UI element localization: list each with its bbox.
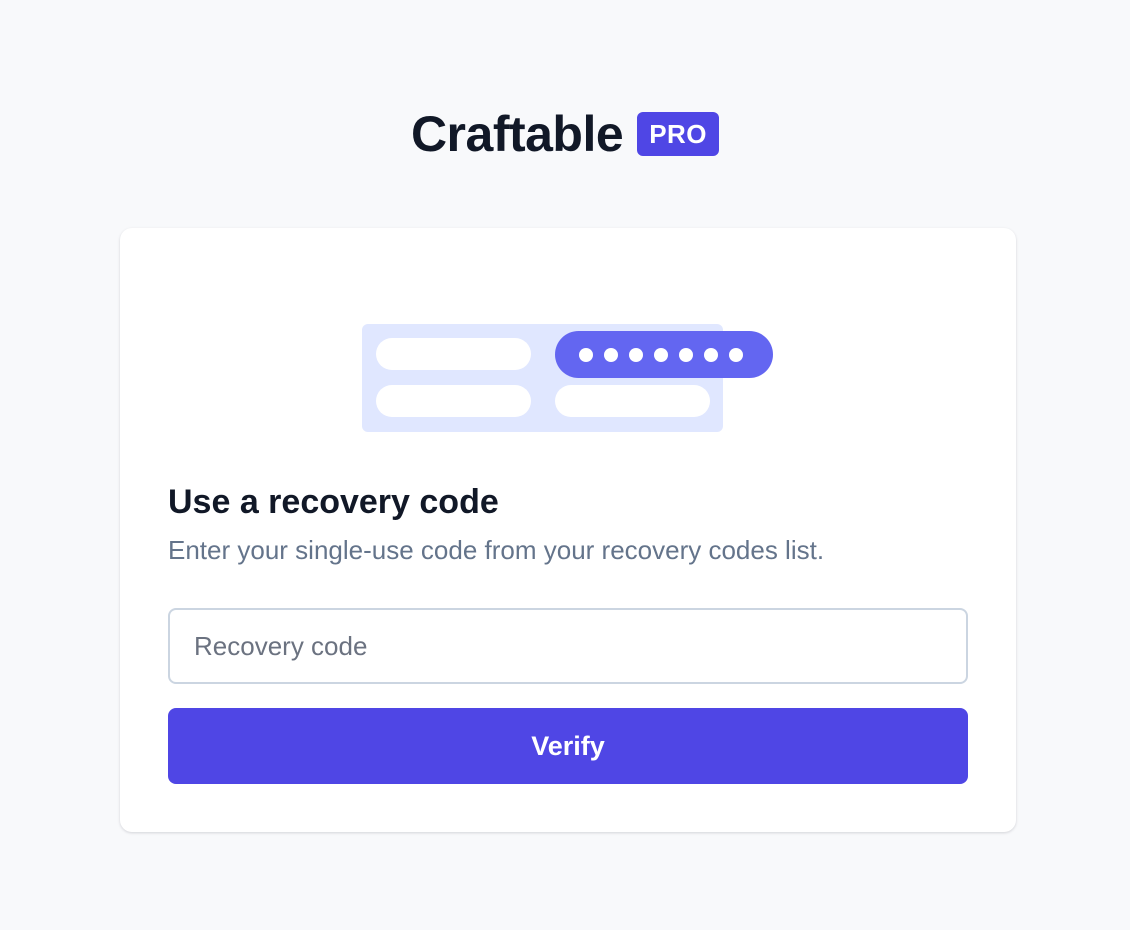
password-dot-icon bbox=[654, 347, 668, 362]
brand-name: Craftable bbox=[410, 106, 624, 162]
page-subtitle: Enter your single-use code from your rec… bbox=[168, 535, 825, 565]
password-dot-icon bbox=[729, 347, 743, 362]
password-form-illustration-icon bbox=[362, 324, 774, 432]
masked-password-pill bbox=[555, 331, 773, 378]
brand-pro-badge: PRO bbox=[637, 112, 720, 156]
page: Craftable PRO Use a recovery code Enter … bbox=[0, 0, 1130, 930]
password-dot-icon bbox=[629, 347, 643, 362]
recovery-code-input[interactable] bbox=[168, 608, 968, 684]
recovery-card: Use a recovery code Enter your single-us… bbox=[120, 228, 1016, 832]
password-dot-icon bbox=[604, 347, 618, 362]
illustration-field-placeholder bbox=[376, 338, 531, 370]
brand-logo: Craftable PRO bbox=[0, 104, 1130, 164]
verify-button[interactable]: Verify bbox=[168, 708, 968, 784]
illustration-field-placeholder bbox=[376, 385, 531, 417]
password-dot-icon bbox=[579, 347, 593, 362]
page-title: Use a recovery code bbox=[168, 483, 499, 521]
illustration-field-placeholder bbox=[555, 385, 710, 417]
password-dot-icon bbox=[679, 347, 693, 362]
password-dot-icon bbox=[704, 347, 718, 362]
